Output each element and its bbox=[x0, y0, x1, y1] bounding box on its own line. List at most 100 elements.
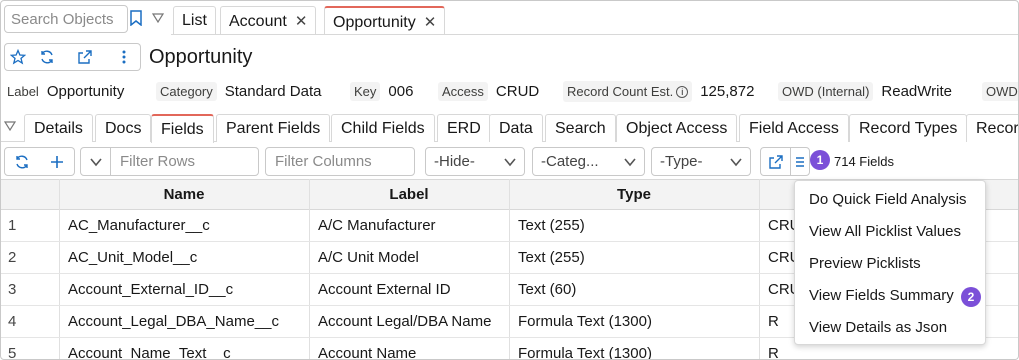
select-value: -Type- bbox=[660, 153, 703, 170]
search-objects-input[interactable]: Search Objects bbox=[4, 5, 128, 33]
subtab-field-access[interactable]: Field Access bbox=[739, 114, 849, 142]
menu-item-preview-picklists[interactable]: Preview Picklists bbox=[809, 255, 921, 272]
more-vertical-icon bbox=[122, 50, 125, 64]
meta-key: Category bbox=[156, 82, 217, 101]
subtab-docs[interactable]: Docs bbox=[95, 114, 152, 142]
select-value: -Categ... bbox=[541, 153, 599, 170]
page-title: Opportunity bbox=[149, 46, 253, 68]
refresh-button[interactable] bbox=[31, 43, 64, 71]
subtab-parent-fields[interactable]: Parent Fields bbox=[216, 114, 331, 142]
tab-account[interactable]: Account ✕ bbox=[220, 6, 317, 34]
favorite-button[interactable] bbox=[4, 43, 32, 71]
menu-item-view-fields-summary[interactable]: View Fields Summary bbox=[809, 287, 954, 304]
export-button[interactable] bbox=[760, 147, 791, 176]
cell-name: AC_Unit_Model__c bbox=[68, 249, 198, 266]
column-header-type[interactable]: Type bbox=[509, 186, 759, 203]
cell-type: Formula Text (1300) bbox=[518, 345, 652, 360]
subtab-label: Child Fields bbox=[341, 120, 425, 137]
subtab-details[interactable]: Details bbox=[24, 114, 93, 142]
hide-select[interactable]: -Hide- bbox=[425, 147, 525, 176]
cell-name: Account_External_ID__c bbox=[68, 281, 234, 298]
more-actions-button[interactable] bbox=[107, 43, 141, 71]
chevron-down-icon[interactable] bbox=[152, 13, 164, 23]
refresh-fields-button[interactable] bbox=[4, 147, 40, 176]
meta-value: 006 bbox=[388, 83, 414, 100]
subtab-label: Object Access bbox=[626, 120, 728, 137]
menu-item-view-details-json[interactable]: View Details as Json bbox=[809, 319, 947, 336]
tab-list[interactable]: List bbox=[173, 6, 216, 34]
cell-label: Account Legal/DBA Name bbox=[318, 313, 492, 330]
field-actions-menu: Do Quick Field Analysis View All Picklis… bbox=[794, 180, 986, 345]
filter-columns-input[interactable]: Filter Columns bbox=[265, 147, 415, 176]
cell-label: A/C Unit Model bbox=[318, 249, 419, 266]
info-icon[interactable]: i bbox=[676, 86, 689, 98]
add-field-button[interactable] bbox=[39, 147, 75, 176]
subtab-record-types[interactable]: Record Types bbox=[849, 114, 968, 142]
field-count: 714 Fields bbox=[834, 154, 894, 169]
subtab-record-more[interactable]: Recor bbox=[966, 114, 1019, 142]
type-select[interactable]: -Type- bbox=[651, 147, 751, 176]
cell-type: Text (60) bbox=[518, 281, 577, 298]
cell-type: Formula Text (1300) bbox=[518, 313, 652, 330]
cell-label: Account External ID bbox=[318, 281, 451, 298]
cell-type: Text (255) bbox=[518, 249, 585, 266]
subtab-label: Data bbox=[499, 120, 533, 137]
cell-access: R bbox=[768, 345, 779, 360]
meta-key: OWD (Internal) bbox=[778, 82, 874, 101]
chevron-down-icon[interactable] bbox=[4, 121, 16, 131]
meta-key: Record Count Est. bbox=[567, 84, 674, 99]
open-external-button[interactable] bbox=[63, 43, 108, 71]
cell-label: A/C Manufacturer bbox=[318, 217, 436, 234]
row-number: 2 bbox=[8, 249, 17, 266]
close-icon[interactable]: ✕ bbox=[295, 13, 308, 30]
menu-icon bbox=[796, 156, 804, 167]
subtab-object-access[interactable]: Object Access bbox=[616, 114, 738, 142]
subtab-fields[interactable]: Fields bbox=[151, 114, 214, 143]
meta-access: Access CRUD bbox=[438, 82, 540, 103]
bookmark-icon[interactable] bbox=[129, 10, 143, 26]
row-number: 3 bbox=[8, 281, 17, 298]
close-icon[interactable]: ✕ bbox=[424, 14, 437, 31]
external-link-icon bbox=[768, 154, 783, 169]
meta-value: Opportunity bbox=[46, 83, 125, 100]
chevron-down-icon bbox=[504, 158, 516, 167]
subtab-label: Recor bbox=[976, 120, 1019, 137]
column-header-label[interactable]: Label bbox=[309, 186, 509, 203]
cell-name: Account_Name_Text__c bbox=[68, 345, 231, 360]
meta-key-prefix: Key 006 bbox=[350, 82, 414, 103]
refresh-icon bbox=[16, 155, 28, 168]
filter-rows-input[interactable]: Filter Rows bbox=[110, 147, 259, 176]
plus-icon bbox=[50, 155, 63, 168]
subtab-child-fields[interactable]: Child Fields bbox=[331, 114, 435, 142]
meta-value: ReadWrite bbox=[881, 83, 952, 100]
subtab-label: Fields bbox=[161, 121, 204, 138]
top-bar: Search Objects List Account ✕ Opportunity… bbox=[1, 1, 1018, 37]
chevron-down-icon bbox=[730, 158, 742, 167]
subtab-label: Search bbox=[555, 120, 606, 137]
chevron-down-icon bbox=[624, 158, 636, 167]
subtab-erd[interactable]: ERD bbox=[437, 114, 491, 142]
meta-owd-internal: OWD (Internal) ReadWrite bbox=[778, 82, 952, 103]
tab-strip-divider bbox=[171, 34, 1018, 35]
step-badge-2: 2 bbox=[961, 287, 981, 307]
meta-key: Key bbox=[350, 82, 381, 101]
column-header-name[interactable]: Name bbox=[59, 186, 309, 203]
meta-category: Category Standard Data bbox=[156, 82, 321, 103]
meta-record-count: Record Count Est. i 125,872 bbox=[563, 81, 754, 103]
menu-item-quick-field-analysis[interactable]: Do Quick Field Analysis bbox=[809, 191, 967, 208]
category-select[interactable]: -Categ... bbox=[532, 147, 645, 176]
star-icon bbox=[10, 49, 26, 65]
subtab-label: Details bbox=[34, 120, 83, 137]
tab-opportunity[interactable]: Opportunity ✕ bbox=[324, 6, 446, 34]
chevron-down-icon bbox=[89, 157, 102, 166]
subtab-search[interactable]: Search bbox=[545, 114, 616, 142]
cell-name: Account_Legal_DBA_Name__c bbox=[68, 313, 279, 330]
cell-type: Text (255) bbox=[518, 217, 585, 234]
subtab-data[interactable]: Data bbox=[489, 114, 543, 142]
row-number: 4 bbox=[8, 313, 17, 330]
menu-item-view-all-picklist-values[interactable]: View All Picklist Values bbox=[809, 223, 961, 240]
field-actions-menu-button[interactable] bbox=[790, 147, 810, 176]
meta-value: CRUD bbox=[495, 83, 540, 100]
expand-filter-button[interactable] bbox=[80, 147, 111, 176]
subtab-label: Parent Fields bbox=[226, 120, 321, 137]
